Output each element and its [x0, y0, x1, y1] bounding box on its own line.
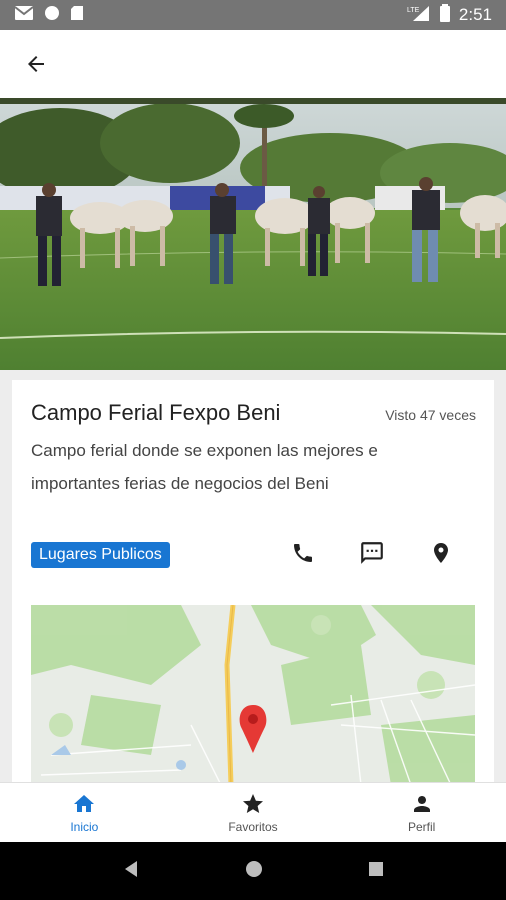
message-button[interactable] [357, 538, 387, 568]
nav-item-inicio[interactable]: Inicio [0, 783, 169, 842]
phone-icon [294, 544, 312, 562]
nav-item-favoritos[interactable]: Favoritos [169, 783, 338, 842]
bottom-nav: Inicio Favoritos Perfil [0, 782, 506, 842]
star-icon [243, 793, 263, 813]
signal-icon: LTE [407, 4, 431, 27]
arrow-back-icon [28, 56, 44, 72]
back-triangle-icon[interactable] [122, 860, 140, 883]
place-photo [0, 98, 506, 370]
recents-square-icon[interactable] [368, 861, 384, 882]
back-button[interactable] [20, 48, 52, 80]
phone-button[interactable] [288, 538, 318, 568]
map-preview[interactable] [31, 605, 475, 782]
person-icon [413, 795, 430, 812]
network-label: LTE [407, 7, 420, 14]
nav-label-favoritos: Favoritos [228, 819, 278, 834]
view-count: Visto 47 veces [385, 407, 476, 423]
place-description: Campo ferial donde se exponen las mejore… [31, 441, 378, 493]
nav-item-perfil[interactable]: Perfil [337, 783, 506, 842]
status-bar: LTE 2:51 [0, 0, 506, 30]
battery-icon [439, 3, 451, 27]
home-icon [74, 794, 95, 812]
category-badge[interactable]: Lugares Publicos [31, 542, 170, 568]
status-time: 2:51 [458, 5, 492, 24]
home-circle-icon[interactable] [245, 860, 263, 883]
place-detail-card: Campo Ferial Fexpo Beni Visto 47 veces C… [12, 380, 494, 782]
location-button[interactable] [426, 538, 456, 568]
card-header: Campo Ferial Fexpo Beni Visto 47 veces [31, 400, 476, 426]
nav-label-perfil: Perfil [408, 819, 436, 834]
location-icon [434, 543, 448, 563]
place-title: Campo Ferial Fexpo Beni [31, 400, 281, 425]
message-icon [361, 542, 383, 564]
app-bar [0, 30, 506, 98]
gmail-icon [14, 5, 34, 26]
system-nav-bar [0, 842, 506, 900]
circle-icon [44, 5, 60, 26]
nav-label-inicio: Inicio [70, 819, 99, 834]
sd-card-icon [70, 5, 84, 26]
